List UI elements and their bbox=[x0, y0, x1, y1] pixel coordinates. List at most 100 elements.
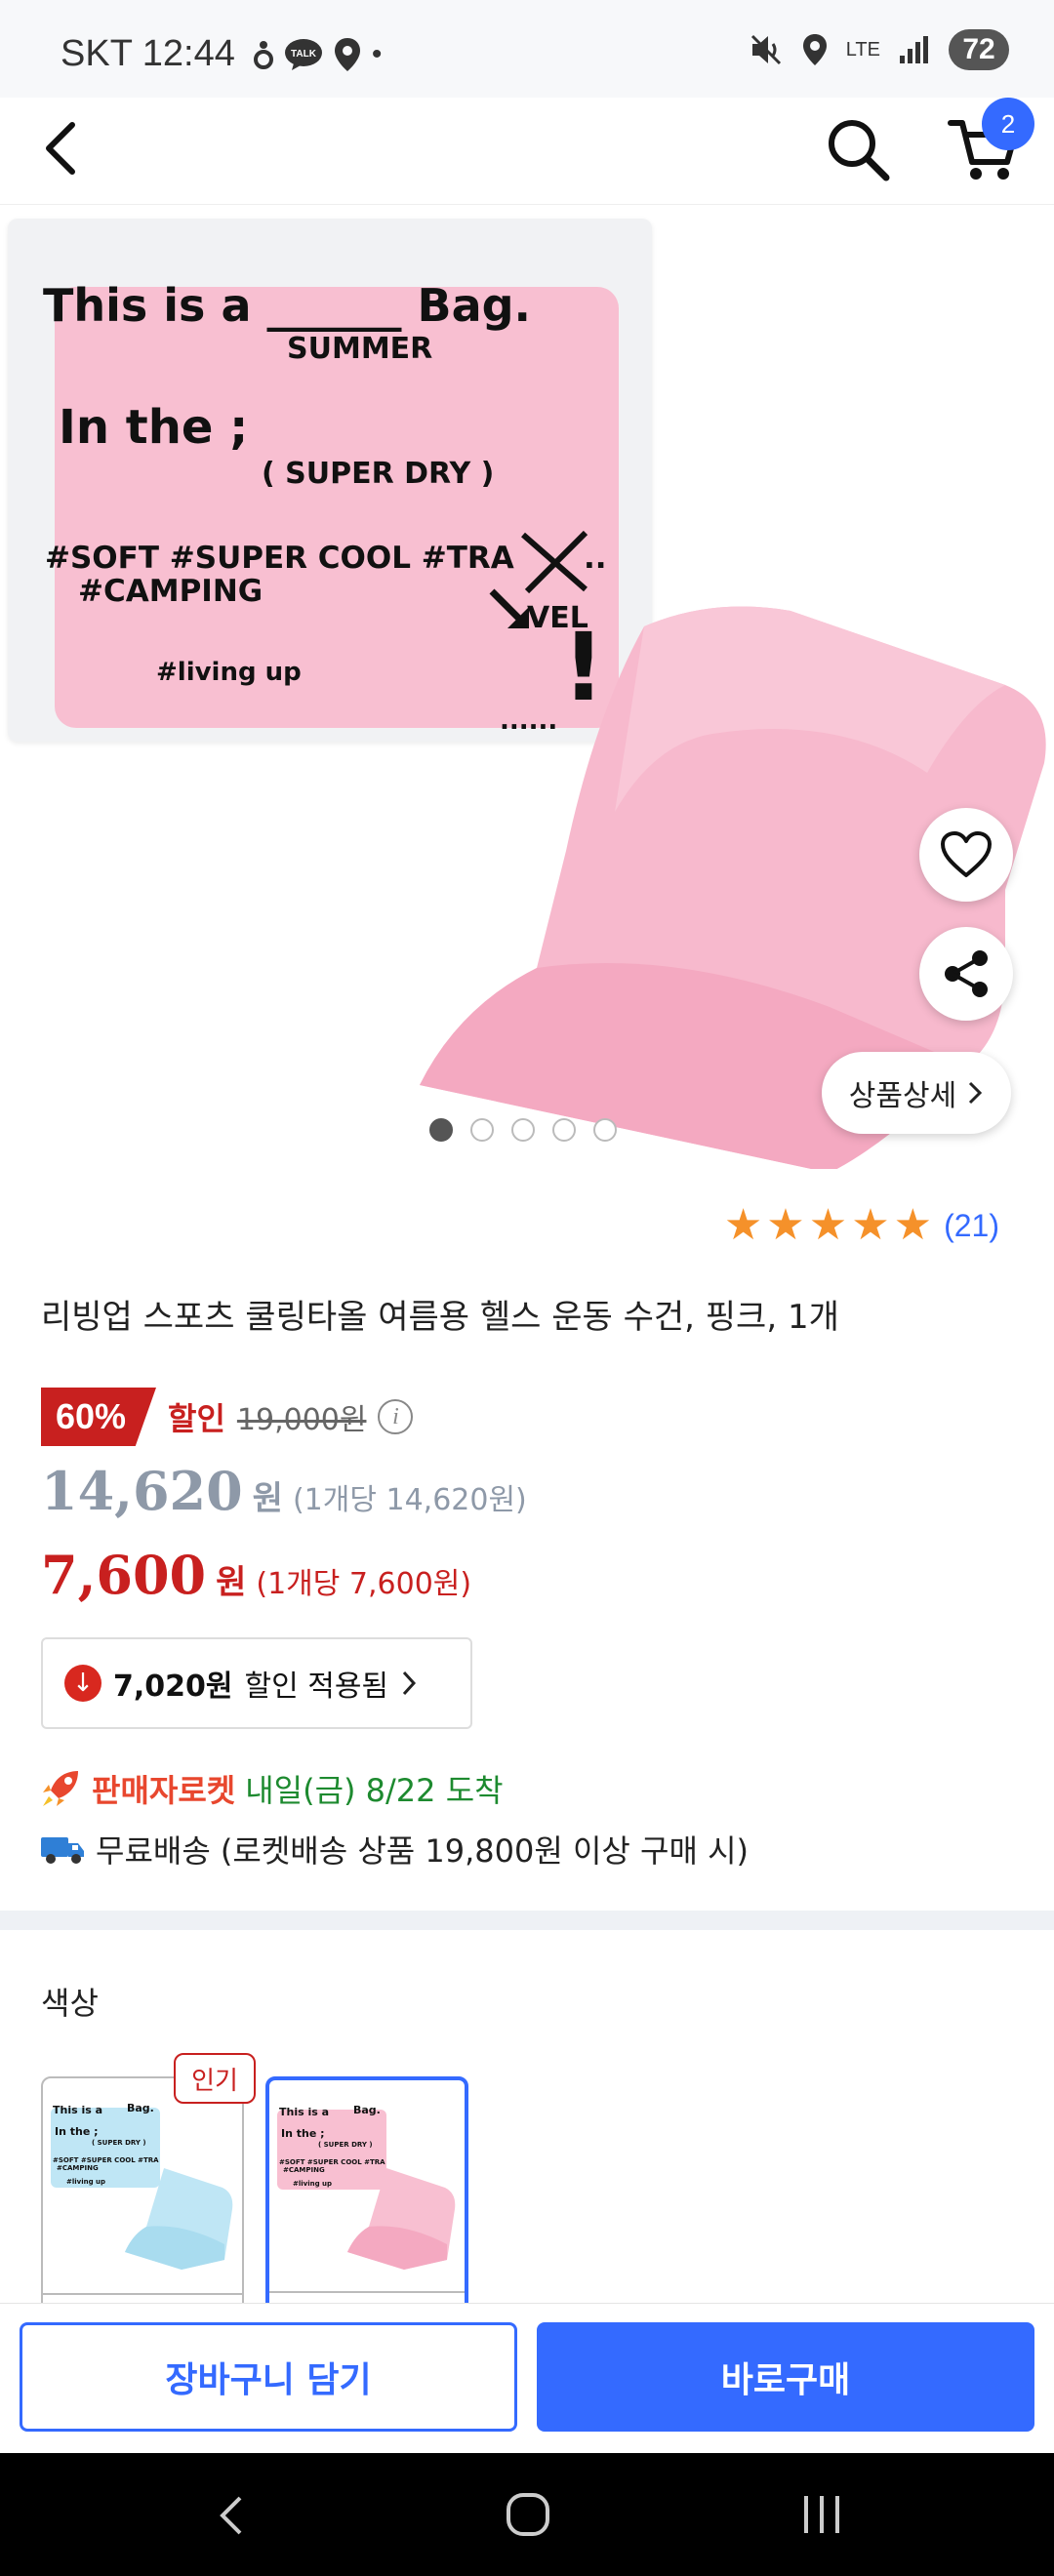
color-option-pink[interactable]: This is a Bag. In the ; ( SUPER DRY ) #S… bbox=[265, 2076, 468, 2320]
delivery-arrival: 판매자로켓 내일(금) 8/22 도착 bbox=[39, 1766, 504, 1811]
carousel-dot[interactable] bbox=[429, 1118, 453, 1142]
member-price: 14,620 bbox=[41, 1460, 243, 1522]
rocket-icon bbox=[43, 1771, 78, 1806]
bag-line1-fill: SUMMER bbox=[287, 332, 433, 366]
bag-line1: This is a ______ Bag. bbox=[43, 279, 532, 332]
thumb-divider bbox=[269, 2291, 465, 2293]
system-navigation-bar bbox=[0, 2453, 1054, 2576]
section-separator bbox=[0, 1911, 1054, 1930]
star-icon: ★ bbox=[766, 1200, 805, 1250]
bag-line6: #living up bbox=[156, 658, 302, 687]
buy-now-button[interactable]: 바로구매 bbox=[537, 2322, 1034, 2432]
chevron-right-icon bbox=[969, 1081, 983, 1105]
color-option-label: 색상 bbox=[41, 1985, 99, 2022]
thumb-line2: In the ; bbox=[281, 2127, 325, 2140]
wishlist-button[interactable] bbox=[919, 808, 1013, 902]
arrival-date: 내일(금) 8/22 도착 bbox=[245, 1772, 504, 1809]
carousel-dot[interactable] bbox=[511, 1118, 535, 1142]
add-to-cart-button[interactable]: 장바구니 담기 bbox=[20, 2322, 517, 2432]
thumb-towel-image bbox=[347, 2168, 456, 2270]
member-price-row: 14,620 원 (1개당 14,620원) bbox=[41, 1460, 527, 1522]
thumb-line2: In the ; bbox=[55, 2125, 99, 2138]
share-button[interactable] bbox=[919, 927, 1013, 1021]
star-icon: ★ bbox=[851, 1200, 890, 1250]
bag-line2: In the ; bbox=[59, 400, 249, 455]
product-image-carousel[interactable]: This is a ______ Bag. SUMMER In the ; ( … bbox=[0, 207, 1054, 1169]
signal-icon bbox=[900, 36, 928, 63]
final-price: 7,600 bbox=[41, 1544, 207, 1606]
talk-icon: TALK bbox=[284, 38, 322, 70]
thumb-line5: #CAMPING bbox=[283, 2166, 325, 2174]
share-icon bbox=[945, 950, 988, 997]
rating[interactable]: ★ ★ ★ ★ ★ (21) bbox=[724, 1204, 999, 1247]
heart-icon bbox=[941, 831, 992, 877]
carousel-dot[interactable] bbox=[593, 1118, 617, 1142]
thumb-line1-end: Bag. bbox=[127, 2102, 154, 2114]
back-arrow-icon[interactable] bbox=[35, 117, 88, 180]
thumb-line1-end: Bag. bbox=[353, 2104, 381, 2116]
member-unit-price: (1개당 14,620원) bbox=[292, 1483, 527, 1517]
bag-line3: ( SUPER DRY ) bbox=[262, 457, 495, 491]
arrow-down-icon: ↓ bbox=[64, 1665, 101, 1702]
thumb-line3: ( SUPER DRY ) bbox=[318, 2141, 373, 2149]
final-price-row: 7,600 원 (1개당 7,600원) bbox=[41, 1544, 471, 1606]
final-price-unit: 원 bbox=[216, 1563, 247, 1602]
status-left: SKT 12:44 TALK • bbox=[61, 33, 382, 75]
mute-icon bbox=[750, 34, 781, 65]
more-dot-icon: • bbox=[371, 37, 383, 70]
location-icon bbox=[802, 34, 827, 65]
thumb-line3: ( SUPER DRY ) bbox=[92, 2139, 146, 2147]
color-option-blue[interactable]: This is a Bag. In the ; ( SUPER DRY ) #S… bbox=[41, 2076, 244, 2320]
top-nav bbox=[0, 98, 1054, 205]
popular-badge: 인기 bbox=[174, 2053, 256, 2104]
system-home-icon[interactable] bbox=[506, 2492, 550, 2537]
status-bar: SKT 12:44 TALK • LTE 72 bbox=[0, 0, 1054, 98]
carousel-dot[interactable] bbox=[470, 1118, 494, 1142]
thumb-line6: #living up bbox=[66, 2178, 106, 2186]
bag-line5: #CAMPING bbox=[78, 574, 264, 609]
carousel-dot[interactable] bbox=[552, 1118, 576, 1142]
free-shipping-text: 무료배송 (로켓배송 상품 19,800원 이상 구매 시) bbox=[96, 1832, 750, 1870]
thumb-line1: This is a bbox=[53, 2104, 103, 2116]
discount-row: 60% 할인 19,000원 i bbox=[41, 1388, 414, 1446]
chevron-right-icon bbox=[402, 1670, 417, 1696]
thumb-towel-image bbox=[125, 2168, 233, 2270]
product-detail-button[interactable]: 상품상세 bbox=[822, 1052, 1011, 1134]
discount-percent-badge: 60% bbox=[41, 1388, 156, 1446]
review-count[interactable]: (21) bbox=[944, 1208, 999, 1244]
network-type: LTE bbox=[845, 38, 880, 60]
member-price-unit: 원 bbox=[252, 1479, 283, 1518]
thumb-line5: #CAMPING bbox=[57, 2164, 99, 2172]
thumb-divider bbox=[43, 2293, 242, 2295]
product-detail-label: 상품상세 bbox=[848, 1079, 957, 1113]
carrier-time: SKT 12:44 bbox=[61, 33, 235, 74]
final-unit-price: (1개당 7,600원) bbox=[256, 1567, 472, 1601]
star-icon: ★ bbox=[808, 1200, 848, 1250]
coupon-applied-button[interactable]: ↓ 7,020원 할인 적용됨 bbox=[41, 1637, 472, 1729]
cart-count-badge: 2 bbox=[982, 98, 1034, 150]
notification-icons: TALK • bbox=[253, 36, 383, 73]
original-price: 19,000원 bbox=[236, 1403, 367, 1437]
system-back-icon[interactable] bbox=[215, 2494, 246, 2537]
search-icon[interactable] bbox=[824, 115, 892, 183]
seller-rocket-label: 판매자로켓 bbox=[92, 1772, 236, 1809]
status-right: LTE 72 bbox=[749, 29, 1009, 70]
bag-line4: #SOFT #SUPER COOL #TRA bbox=[45, 541, 514, 576]
carousel-indicator bbox=[429, 1118, 617, 1142]
free-shipping: 무료배송 (로켓배송 상품 19,800원 이상 구매 시) bbox=[39, 1827, 749, 1872]
star-icon: ★ bbox=[723, 1200, 763, 1250]
system-recents-icon[interactable] bbox=[800, 2494, 845, 2535]
info-icon[interactable]: i bbox=[378, 1399, 414, 1434]
svg-text:TALK: TALK bbox=[291, 49, 317, 60]
battery-indicator: 72 bbox=[949, 29, 1009, 70]
product-title: 리빙업 스포츠 쿨링타올 여름용 헬스 운동 수건, 핑크, 1개 bbox=[41, 1298, 839, 1337]
map-pin-icon bbox=[334, 37, 360, 71]
truck-icon bbox=[41, 1837, 84, 1864]
coupon-amount: 7,020원 bbox=[113, 1670, 233, 1704]
coupon-text: 할인 적용됨 bbox=[244, 1670, 389, 1704]
star-icon: ★ bbox=[893, 1200, 933, 1250]
discount-label: 할인 bbox=[168, 1400, 225, 1437]
thumb-line6: #living up bbox=[293, 2180, 333, 2188]
thumb-line1: This is a bbox=[279, 2106, 330, 2118]
notification-icon bbox=[253, 40, 273, 69]
